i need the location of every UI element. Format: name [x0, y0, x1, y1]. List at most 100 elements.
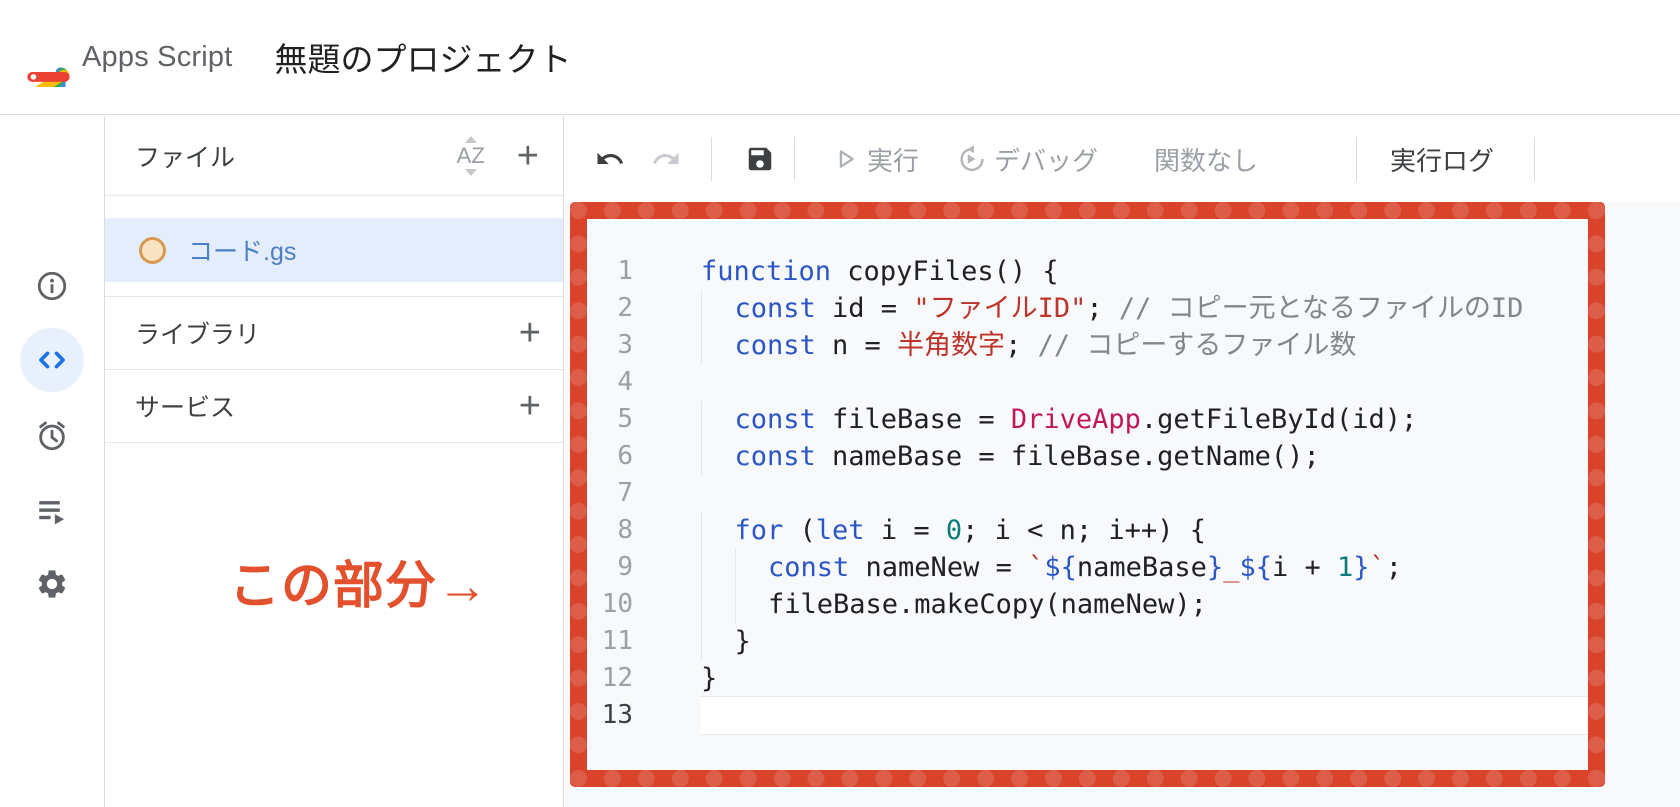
nav-overview-button[interactable] — [20, 254, 84, 318]
indent-guide — [701, 438, 735, 475]
annotation-red-box: 1 function copyFiles() { 2 const id = "ファイル… — [570, 202, 1605, 787]
undo-button[interactable] — [592, 141, 628, 177]
line-number[interactable]: 8 — [587, 512, 633, 549]
code-area[interactable]: 1 function copyFiles() { 2 const id = "ファイル… — [587, 219, 1588, 770]
nav-editor-button[interactable] — [20, 328, 84, 392]
line-code[interactable]: const id = "ファイルID"; // コピー元となるファイルのID — [701, 290, 1588, 327]
code-line[interactable]: 9 const nameNew = `${nameBase}_${i + 1}`; — [587, 549, 1588, 586]
line-code[interactable]: const fileBase = DriveApp.getFileById(id… — [701, 401, 1588, 438]
line-number[interactable]: 12 — [587, 660, 633, 697]
indent-guide — [701, 290, 735, 327]
line-code[interactable]: for (let i = 0; i < n; i++) { — [701, 512, 1588, 549]
redo-arrow-icon — [651, 144, 681, 174]
file-row-code-gs[interactable]: コード.gs — [105, 218, 563, 282]
code-line[interactable]: 4 — [587, 364, 1588, 401]
editor-pane: 実行 デバッグ 関数なし 実行ログ 1 function copyFiles() … — [565, 116, 1680, 807]
save-button[interactable] — [742, 141, 778, 177]
services-section[interactable]: サービス + — [105, 370, 563, 443]
indent-guide — [701, 549, 735, 586]
function-selector[interactable]: 関数なし — [1154, 141, 1258, 178]
indent-guide — [735, 586, 769, 623]
libraries-label: ライブラリ — [135, 315, 260, 351]
code-line[interactable]: 8 for (let i = 0; i < n; i++) { — [587, 512, 1588, 549]
line-code[interactable]: const nameNew = `${nameBase}_${i + 1}`; — [701, 549, 1588, 586]
libraries-section[interactable]: ライブラリ + — [105, 297, 563, 370]
alarm-clock-icon — [35, 419, 69, 453]
line-number[interactable]: 10 — [587, 586, 633, 623]
line-code[interactable] — [701, 475, 1588, 512]
add-file-button[interactable]: + — [517, 137, 539, 175]
file-name: コード.gs — [188, 232, 296, 268]
header: Apps Script 無題のプロジェクト — [0, 0, 1680, 115]
editor-toolbar: 実行 デバッグ 関数なし 実行ログ — [565, 116, 1680, 202]
line-code[interactable]: function copyFiles() { — [701, 253, 1588, 290]
execution-log-button[interactable]: 実行ログ — [1390, 141, 1494, 178]
code-line[interactable]: 13 — [587, 697, 1588, 734]
file-list: コード.gs — [105, 196, 563, 297]
line-number[interactable]: 5 — [587, 401, 633, 438]
indent-guide — [701, 623, 735, 660]
line-number[interactable]: 4 — [587, 364, 633, 401]
line-number[interactable]: 3 — [587, 327, 633, 364]
run-button[interactable]: 実行 — [831, 141, 919, 178]
nav-rail — [0, 116, 105, 807]
code-line[interactable]: 6 const nameBase = fileBase.getName(); — [587, 438, 1588, 475]
nav-triggers-button[interactable] — [20, 404, 84, 468]
toolbar-divider — [1356, 137, 1357, 181]
debug-button[interactable]: デバッグ — [957, 141, 1098, 178]
code-icon — [34, 342, 70, 378]
line-number[interactable]: 7 — [587, 475, 633, 512]
add-library-button[interactable]: + — [519, 314, 541, 352]
indent-guide — [701, 401, 735, 438]
add-service-button[interactable]: + — [519, 387, 541, 425]
code-line[interactable]: 10 fileBase.makeCopy(nameNew); — [587, 586, 1588, 623]
code-line[interactable]: 2 const id = "ファイルID"; // コピー元となるファイルのID — [587, 290, 1588, 327]
files-panel-header: ファイル AZ + — [105, 116, 563, 196]
code-line[interactable]: 7 — [587, 475, 1588, 512]
gear-icon — [35, 567, 69, 601]
line-number[interactable]: 6 — [587, 438, 633, 475]
code-line[interactable]: 12} — [587, 660, 1588, 697]
line-number[interactable]: 11 — [587, 623, 633, 660]
code-line[interactable]: 11} — [587, 623, 1588, 660]
line-code[interactable]: fileBase.makeCopy(nameNew); — [701, 586, 1588, 623]
function-selector-label: 関数なし — [1154, 141, 1258, 178]
script-file-dot-icon — [139, 237, 166, 264]
files-title: ファイル — [135, 138, 235, 174]
undo-arrow-icon — [595, 144, 625, 174]
line-number[interactable]: 2 — [587, 290, 633, 327]
sort-az-icon[interactable]: AZ — [457, 136, 485, 176]
toolbar-divider — [794, 137, 795, 181]
debug-icon — [957, 144, 987, 174]
line-number[interactable]: 9 — [587, 549, 633, 586]
line-code[interactable] — [701, 697, 1588, 734]
executions-list-icon — [35, 494, 69, 528]
line-code[interactable]: } — [701, 660, 1588, 697]
toolbar-divider — [1534, 137, 1535, 181]
floppy-disk-icon — [745, 144, 775, 174]
indent-guide — [701, 512, 735, 549]
code-line[interactable]: 5 const fileBase = DriveApp.getFileById(i… — [587, 401, 1588, 438]
code-line[interactable]: 1 function copyFiles() { — [587, 253, 1588, 290]
line-code[interactable]: const nameBase = fileBase.getName(); — [701, 438, 1588, 475]
apps-script-logo-icon — [26, 27, 72, 87]
info-icon — [35, 269, 69, 303]
project-title[interactable]: 無題のプロジェクト — [275, 33, 572, 81]
line-code[interactable]: } — [701, 623, 1588, 660]
line-code[interactable] — [701, 364, 1588, 401]
code-line[interactable]: 3 const n = 半角数字; // コピーするファイル数 — [587, 327, 1588, 364]
nav-executions-button[interactable] — [20, 479, 84, 543]
nav-settings-button[interactable] — [20, 552, 84, 616]
line-number[interactable]: 13 — [587, 697, 633, 734]
app-name: Apps Script — [82, 41, 233, 74]
apps-script-window: Apps Script 無題のプロジェクト — [0, 0, 1680, 807]
indent-guide — [735, 549, 769, 586]
code-editor-surface[interactable]: 1 function copyFiles() { 2 const id = "ファイル… — [565, 202, 1680, 807]
services-label: サービス — [135, 388, 235, 424]
line-code[interactable]: const n = 半角数字; // コピーするファイル数 — [701, 327, 1588, 364]
line-number[interactable]: 1 — [587, 253, 633, 290]
run-label: 実行 — [867, 141, 919, 178]
annotation-this-part-label: この部分→ — [229, 544, 489, 618]
indent-guide — [701, 586, 735, 623]
redo-button[interactable] — [648, 141, 684, 177]
